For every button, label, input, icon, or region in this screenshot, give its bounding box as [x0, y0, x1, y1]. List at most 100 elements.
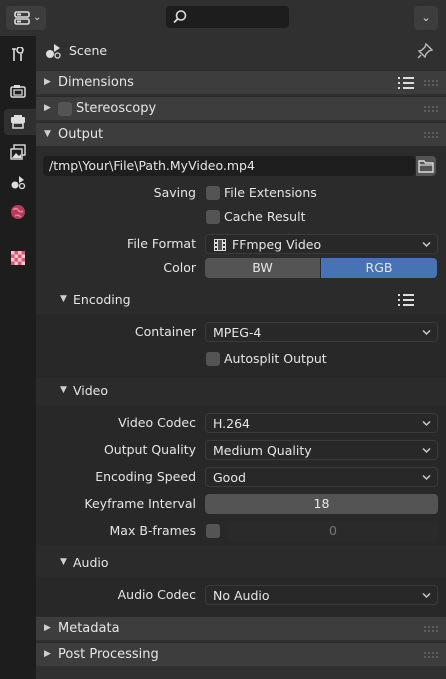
search-icon — [173, 10, 187, 24]
properties-editor-icon — [14, 11, 30, 25]
presets-list-icon[interactable] — [398, 76, 414, 90]
drag-grip-icon[interactable] — [424, 106, 442, 112]
scene-icon — [11, 176, 26, 190]
context-label: Scene — [69, 43, 108, 58]
max-bframes-checkbox[interactable] — [206, 524, 220, 538]
tab-world[interactable] — [4, 199, 32, 225]
cache-result-label: Cache Result — [224, 209, 306, 224]
panel-output-label: Output — [58, 127, 104, 142]
folder-icon — [418, 160, 434, 173]
video-codec-value: H.264 — [213, 416, 251, 431]
subpanel-video[interactable]: ▼ Video — [36, 379, 446, 403]
max-bframes-label: Max B-frames — [109, 523, 196, 538]
panel-metadata-label: Metadata — [58, 621, 120, 636]
panel-post-processing-label: Post Processing — [58, 647, 159, 662]
panel-stereoscopy-label: Stereoscopy — [76, 101, 157, 116]
collapse-arrow-icon: ▼ — [60, 557, 67, 567]
expand-arrow-icon: ▶ — [44, 103, 51, 113]
encoding-speed-value: Good — [213, 470, 246, 485]
subpanel-audio[interactable]: ▼ Audio — [36, 551, 446, 575]
chevron-down-icon — [422, 447, 431, 454]
drag-grip-icon[interactable] — [424, 132, 442, 138]
chevron-down-icon — [422, 592, 431, 599]
cache-result-checkbox[interactable] — [206, 210, 220, 224]
search-input[interactable] — [166, 6, 289, 28]
tab-texture[interactable] — [4, 245, 32, 271]
file-format-value: FFmpeg Video — [232, 237, 322, 252]
output-path-value: /tmp\Your\File\Path.MyVideo.mp4 — [49, 158, 255, 173]
panel-dimensions-label: Dimensions — [58, 75, 134, 90]
expand-arrow-icon: ▶ — [44, 623, 51, 633]
collapse-arrow-icon: ▼ — [60, 294, 67, 304]
color-bw-button[interactable]: BW — [205, 258, 320, 278]
color-label: Color — [163, 260, 196, 275]
stereoscopy-checkbox[interactable] — [58, 102, 72, 116]
panel-output[interactable]: ▼ Output — [36, 122, 446, 146]
checker-texture-icon — [11, 251, 25, 265]
tab-output[interactable] — [4, 109, 36, 135]
tab-scene[interactable] — [4, 169, 32, 195]
drag-grip-icon[interactable] — [424, 80, 442, 86]
audio-codec-dropdown[interactable]: No Audio — [205, 585, 438, 605]
file-format-label: File Format — [127, 236, 196, 251]
camera-back-icon — [10, 85, 26, 98]
image-stack-icon — [10, 144, 26, 160]
properties-header: ⌄ ⌄ — [0, 0, 446, 36]
container-dropdown[interactable]: MPEG-4 — [205, 322, 438, 342]
panel-dimensions[interactable]: ▶ Dimensions — [36, 70, 446, 94]
tab-tool[interactable] — [4, 42, 32, 68]
output-path-input[interactable]: /tmp\Your\File\Path.MyVideo.mp4 — [43, 156, 415, 176]
max-bframes-field[interactable]: 0 — [228, 521, 438, 541]
subpanel-encoding[interactable]: ▼ Encoding — [36, 288, 446, 312]
audio-codec-value: No Audio — [213, 588, 270, 603]
drag-grip-icon[interactable] — [424, 626, 442, 632]
autosplit-checkbox[interactable] — [206, 352, 220, 366]
container-value: MPEG-4 — [213, 325, 262, 340]
presets-list-icon[interactable] — [398, 293, 414, 307]
drag-grip-icon[interactable] — [424, 652, 442, 658]
options-dropdown-button[interactable]: ⌄ — [414, 6, 438, 30]
browse-folder-button[interactable] — [416, 156, 436, 176]
film-icon — [214, 239, 226, 251]
encoding-speed-label: Encoding Speed — [95, 469, 196, 484]
tab-view-layer[interactable] — [4, 139, 32, 165]
collapse-arrow-icon: ▼ — [60, 385, 67, 395]
context-breadcrumb: Scene — [36, 36, 446, 66]
collapse-arrow-icon: ▼ — [44, 129, 51, 139]
pin-icon[interactable] — [416, 42, 434, 60]
audio-codec-label: Audio Codec — [117, 587, 196, 602]
chevron-down-icon: ⌄ — [33, 12, 42, 23]
panel-metadata[interactable]: ▶ Metadata — [36, 616, 446, 640]
chevron-down-icon — [422, 241, 431, 248]
printer-icon — [11, 115, 25, 129]
subpanel-audio-label: Audio — [73, 555, 109, 570]
subpanel-encoding-label: Encoding — [73, 292, 131, 307]
chevron-down-icon — [422, 329, 431, 336]
file-extensions-checkbox[interactable] — [206, 186, 220, 200]
editor-type-button[interactable]: ⌄ — [6, 6, 46, 30]
chevron-down-icon — [422, 474, 431, 481]
output-quality-label: Output Quality — [103, 442, 196, 457]
color-rgb-button[interactable]: RGB — [321, 258, 437, 278]
chevron-down-icon: ⌄ — [421, 11, 431, 24]
keyframe-interval-label: Keyframe Interval — [84, 496, 196, 511]
subpanel-video-label: Video — [73, 383, 109, 398]
autosplit-label: Autosplit Output — [224, 351, 327, 366]
properties-tab-bar — [0, 36, 36, 679]
file-extensions-label: File Extensions — [224, 185, 317, 200]
output-quality-dropdown[interactable]: Medium Quality — [205, 440, 438, 460]
video-codec-dropdown[interactable]: H.264 — [205, 413, 438, 433]
expand-arrow-icon: ▶ — [44, 649, 51, 659]
panel-stereoscopy[interactable]: ▶ Stereoscopy — [36, 96, 446, 120]
world-icon — [11, 205, 25, 219]
encoding-speed-dropdown[interactable]: Good — [205, 467, 438, 487]
container-label: Container — [134, 324, 196, 339]
tab-render[interactable] — [4, 78, 32, 104]
panel-post-processing[interactable]: ▶ Post Processing — [36, 642, 446, 666]
expand-arrow-icon: ▶ — [44, 77, 51, 87]
wrench-screwdriver-icon — [12, 47, 24, 61]
chevron-down-icon — [422, 420, 431, 427]
file-format-dropdown[interactable]: FFmpeg Video — [205, 234, 438, 254]
saving-label: Saving — [153, 185, 196, 200]
keyframe-interval-field[interactable]: 18 — [205, 494, 438, 514]
